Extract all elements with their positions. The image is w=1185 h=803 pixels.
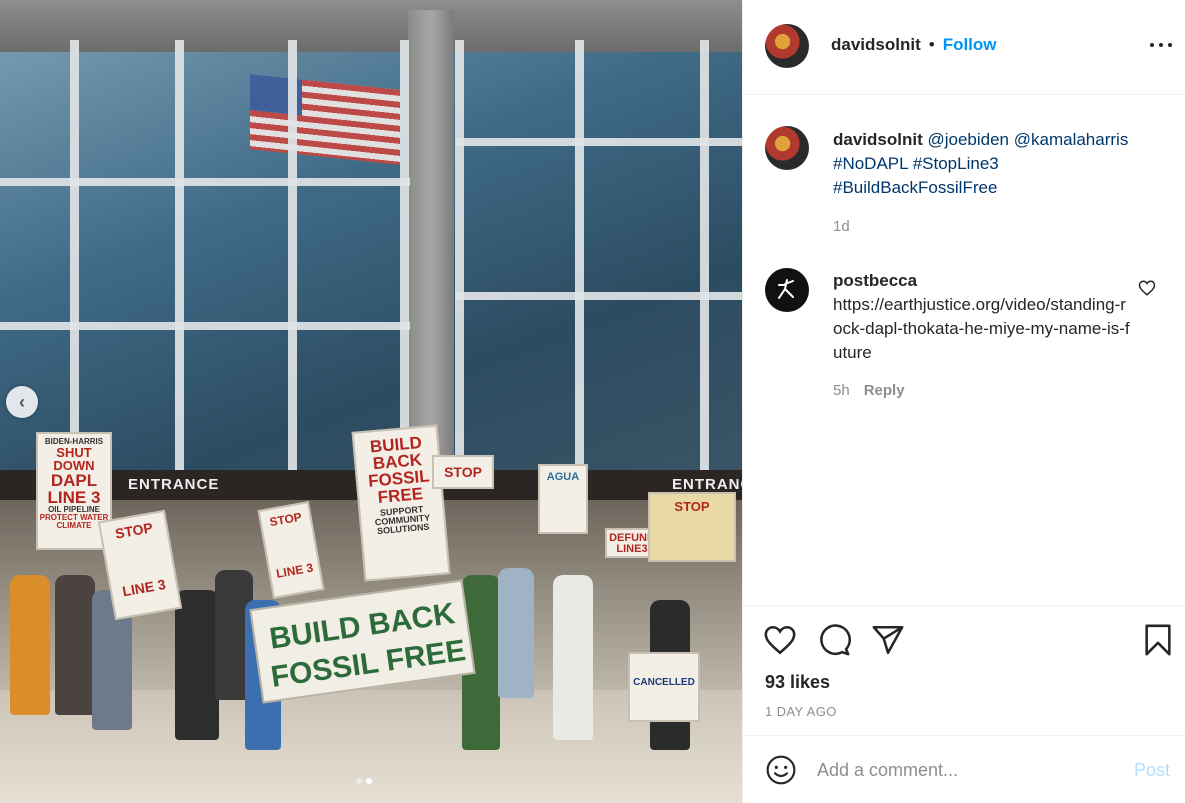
protester: [55, 575, 95, 715]
protest-sign: STOP: [432, 455, 494, 489]
window-mullion: [400, 40, 409, 480]
caption-username[interactable]: davidsolnit: [833, 130, 923, 149]
hashtag-link[interactable]: #NoDAPL: [833, 154, 908, 173]
comment-text[interactable]: https://earthjustice.org/video/standing-…: [833, 293, 1133, 365]
window-mullion: [455, 40, 464, 480]
comment-input[interactable]: [817, 756, 1117, 784]
add-comment-bar: Post: [743, 735, 1185, 803]
protest-sign: STOP LINE 3: [257, 501, 325, 599]
protest-sign: CANCELLED: [628, 652, 700, 722]
post-photo[interactable]: ENTRANCE ENTRANCE BIDEN-HARRIS SHUT DOWN…: [0, 0, 742, 803]
protester: [553, 575, 593, 740]
carousel-dot: [356, 778, 362, 784]
protest-sign: STOP: [648, 492, 736, 562]
commenter-avatar[interactable]: [765, 268, 809, 312]
protester: [175, 590, 219, 740]
building-cornice: [0, 0, 742, 52]
window-mullion: [288, 40, 297, 480]
comment-icon[interactable]: [817, 623, 851, 657]
chevron-left-icon: ‹: [19, 391, 25, 412]
protester: [10, 575, 50, 715]
post-caption: davidsolnit @joebiden @kamalaharris #NoD…: [833, 128, 1163, 200]
follow-button[interactable]: Follow: [943, 35, 997, 55]
emoji-icon[interactable]: [765, 754, 797, 786]
protest-sign: AGUA: [538, 464, 588, 534]
window-mullion: [175, 40, 184, 480]
post-actions: 93 likes 1 DAY AGO: [743, 605, 1185, 735]
post-detail-panel: davidsolnit • Follow davidsolnit @joebid…: [742, 0, 1185, 803]
heart-icon[interactable]: [763, 623, 797, 657]
bookmark-icon[interactable]: [1141, 623, 1175, 657]
reply-button[interactable]: Reply: [864, 382, 905, 399]
window-transom: [455, 292, 742, 300]
comment-item: postbecca https://earthjustice.org/video…: [833, 269, 1133, 365]
protest-sign: BUILD BACK FOSSIL FREE SUPPORT COMMUNITY…: [351, 424, 451, 582]
window-mullion: [70, 40, 79, 480]
reflected-flag: [250, 74, 400, 165]
caption-avatar[interactable]: [765, 126, 809, 170]
carousel-indicator: [356, 778, 372, 784]
window-mullion: [700, 40, 709, 480]
post-header: davidsolnit • Follow: [743, 0, 1185, 95]
share-icon[interactable]: [871, 623, 905, 657]
post-date[interactable]: 1 DAY AGO: [765, 704, 837, 719]
hashtag-link[interactable]: #StopLine3: [913, 154, 999, 173]
carousel-dot-active: [366, 778, 372, 784]
avatar-figure-icon: [778, 279, 794, 299]
building-facade: [0, 0, 742, 490]
entrance-sign: ENTRANCE: [672, 476, 742, 493]
window-mullion: [575, 40, 584, 480]
stone-column: [408, 10, 454, 480]
entrance-sign: ENTRANCE: [128, 476, 220, 493]
build-back-fossil-free-banner: BUILD BACK FOSSIL FREE: [249, 579, 476, 704]
protester: [498, 568, 534, 698]
caption-timestamp[interactable]: 1d: [833, 218, 850, 235]
comment-like-heart-icon[interactable]: [1138, 279, 1156, 297]
carousel-previous-button[interactable]: ‹: [6, 386, 38, 418]
mention-link[interactable]: @joebiden: [927, 130, 1009, 149]
post-comment-button[interactable]: Post: [1134, 760, 1170, 781]
mention-link[interactable]: @kamalaharris: [1014, 130, 1129, 149]
avatar[interactable]: [765, 24, 809, 68]
separator-dot: •: [928, 35, 935, 54]
hashtag-link[interactable]: #BuildBackFossilFree: [833, 178, 997, 197]
likes-count[interactable]: 93 likes: [765, 672, 830, 693]
comment-username[interactable]: postbecca: [833, 269, 1133, 293]
window-transom: [455, 138, 742, 146]
author-username[interactable]: davidsolnit: [831, 35, 921, 55]
author-line: davidsolnit • Follow: [831, 35, 997, 55]
comment-timestamp[interactable]: 5h: [833, 382, 850, 399]
more-options-icon[interactable]: [1150, 38, 1172, 52]
window-transom: [0, 178, 410, 186]
window-transom: [0, 322, 410, 330]
comment-meta: 5h Reply: [833, 382, 905, 399]
